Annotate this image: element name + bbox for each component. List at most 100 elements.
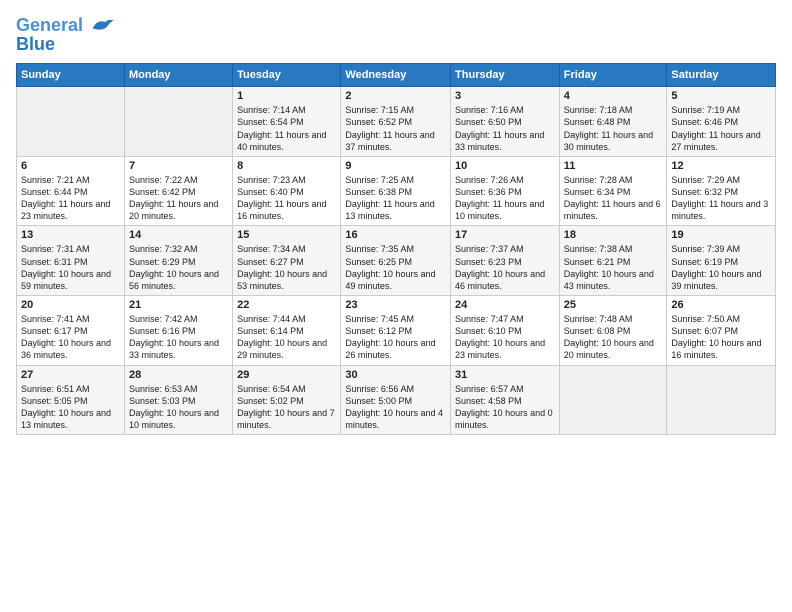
day-number: 24 (455, 299, 555, 311)
calendar-cell: 24 Sunrise: 7:47 AM Sunset: 6:10 PM Dayli… (451, 295, 560, 365)
day-info: Sunrise: 6:56 AM Sunset: 5:00 PM Dayligh… (345, 383, 446, 432)
calendar-cell: 12 Sunrise: 7:29 AM Sunset: 6:32 PM Dayli… (667, 156, 776, 226)
day-number: 17 (455, 229, 555, 241)
day-number: 18 (564, 229, 663, 241)
day-number: 5 (671, 90, 771, 102)
weekday-header-monday: Monday (124, 64, 232, 87)
day-number: 16 (345, 229, 446, 241)
calendar-row-3: 13Sunrise: 7:31 AM Sunset: 6:31 PM Dayli… (17, 226, 776, 296)
day-info: Sunrise: 7:41 AM Sunset: 6:17 PM Dayligh… (21, 313, 120, 362)
calendar-cell: 1 Sunrise: 7:14 AM Sunset: 6:54 PM Daylig… (233, 87, 341, 157)
calendar-cell: 29 Sunrise: 6:54 AM Sunset: 5:02 PM Dayli… (233, 365, 341, 435)
calendar-cell (559, 365, 667, 435)
calendar-cell: 19 Sunrise: 7:39 AM Sunset: 6:19 PM Dayli… (667, 226, 776, 296)
calendar-cell: 3 Sunrise: 7:16 AM Sunset: 6:50 PM Daylig… (451, 87, 560, 157)
day-info: Sunrise: 7:34 AM Sunset: 6:27 PM Dayligh… (237, 243, 336, 292)
day-info: Sunrise: 7:16 AM Sunset: 6:50 PM Dayligh… (455, 104, 555, 153)
weekday-header-thursday: Thursday (451, 64, 560, 87)
day-number: 26 (671, 299, 771, 311)
calendar-cell: 16Sunrise: 7:35 AM Sunset: 6:25 PM Dayli… (341, 226, 451, 296)
calendar-cell: 14 Sunrise: 7:32 AM Sunset: 6:29 PM Dayli… (124, 226, 232, 296)
day-info: Sunrise: 7:47 AM Sunset: 6:10 PM Dayligh… (455, 313, 555, 362)
calendar-cell: 4Sunrise: 7:18 AM Sunset: 6:48 PM Daylig… (559, 87, 667, 157)
calendar-cell: 30 Sunrise: 6:56 AM Sunset: 5:00 PM Dayli… (341, 365, 451, 435)
day-number: 9 (345, 160, 446, 172)
calendar-cell: 9Sunrise: 7:25 AM Sunset: 6:38 PM Daylig… (341, 156, 451, 226)
logo-text: General (16, 16, 115, 36)
logo-blue: Blue (16, 34, 115, 55)
day-number: 27 (21, 369, 120, 381)
day-number: 7 (129, 160, 228, 172)
day-info: Sunrise: 6:53 AM Sunset: 5:03 PM Dayligh… (129, 383, 228, 432)
day-number: 2 (345, 90, 446, 102)
calendar-cell: 17 Sunrise: 7:37 AM Sunset: 6:23 PM Dayli… (451, 226, 560, 296)
day-info: Sunrise: 7:37 AM Sunset: 6:23 PM Dayligh… (455, 243, 555, 292)
day-info: Sunrise: 7:32 AM Sunset: 6:29 PM Dayligh… (129, 243, 228, 292)
day-number: 31 (455, 369, 555, 381)
day-info: Sunrise: 6:54 AM Sunset: 5:02 PM Dayligh… (237, 383, 336, 432)
day-number: 3 (455, 90, 555, 102)
weekday-header-sunday: Sunday (17, 64, 125, 87)
day-number: 19 (671, 229, 771, 241)
weekday-header-tuesday: Tuesday (233, 64, 341, 87)
day-info: Sunrise: 6:51 AM Sunset: 5:05 PM Dayligh… (21, 383, 120, 432)
day-info: Sunrise: 7:29 AM Sunset: 6:32 PM Dayligh… (671, 174, 771, 223)
calendar-cell: 11Sunrise: 7:28 AM Sunset: 6:34 PM Dayli… (559, 156, 667, 226)
day-number: 23 (345, 299, 446, 311)
day-info: Sunrise: 7:48 AM Sunset: 6:08 PM Dayligh… (564, 313, 663, 362)
day-info: Sunrise: 7:26 AM Sunset: 6:36 PM Dayligh… (455, 174, 555, 223)
day-info: Sunrise: 7:39 AM Sunset: 6:19 PM Dayligh… (671, 243, 771, 292)
day-number: 14 (129, 229, 228, 241)
calendar-cell: 13Sunrise: 7:31 AM Sunset: 6:31 PM Dayli… (17, 226, 125, 296)
day-info: Sunrise: 7:50 AM Sunset: 6:07 PM Dayligh… (671, 313, 771, 362)
calendar-row-1: 1 Sunrise: 7:14 AM Sunset: 6:54 PM Daylig… (17, 87, 776, 157)
calendar-row-5: 27 Sunrise: 6:51 AM Sunset: 5:05 PM Dayli… (17, 365, 776, 435)
day-info: Sunrise: 7:23 AM Sunset: 6:40 PM Dayligh… (237, 174, 336, 223)
calendar-cell: 15Sunrise: 7:34 AM Sunset: 6:27 PM Dayli… (233, 226, 341, 296)
calendar-cell: 5Sunrise: 7:19 AM Sunset: 6:46 PM Daylig… (667, 87, 776, 157)
weekday-header-friday: Friday (559, 64, 667, 87)
header: General Blue (16, 16, 776, 55)
calendar-cell: 31 Sunrise: 6:57 AM Sunset: 4:58 PM Dayli… (451, 365, 560, 435)
day-number: 28 (129, 369, 228, 381)
day-number: 12 (671, 160, 771, 172)
calendar-cell (124, 87, 232, 157)
calendar-cell: 26 Sunrise: 7:50 AM Sunset: 6:07 PM Dayli… (667, 295, 776, 365)
day-number: 21 (129, 299, 228, 311)
day-info: Sunrise: 7:31 AM Sunset: 6:31 PM Dayligh… (21, 243, 120, 292)
day-number: 8 (237, 160, 336, 172)
day-number: 25 (564, 299, 663, 311)
calendar-cell: 21 Sunrise: 7:42 AM Sunset: 6:16 PM Dayli… (124, 295, 232, 365)
day-info: Sunrise: 6:57 AM Sunset: 4:58 PM Dayligh… (455, 383, 555, 432)
day-number: 22 (237, 299, 336, 311)
day-number: 10 (455, 160, 555, 172)
calendar-cell: 27 Sunrise: 6:51 AM Sunset: 5:05 PM Dayli… (17, 365, 125, 435)
calendar-cell: 20 Sunrise: 7:41 AM Sunset: 6:17 PM Dayli… (17, 295, 125, 365)
day-number: 30 (345, 369, 446, 381)
calendar-cell: 2 Sunrise: 7:15 AM Sunset: 6:52 PM Daylig… (341, 87, 451, 157)
day-info: Sunrise: 7:45 AM Sunset: 6:12 PM Dayligh… (345, 313, 446, 362)
day-number: 29 (237, 369, 336, 381)
calendar-row-4: 20 Sunrise: 7:41 AM Sunset: 6:17 PM Dayli… (17, 295, 776, 365)
calendar-row-2: 6 Sunrise: 7:21 AM Sunset: 6:44 PM Daylig… (17, 156, 776, 226)
calendar-cell: 8 Sunrise: 7:23 AM Sunset: 6:40 PM Daylig… (233, 156, 341, 226)
weekday-header-row: SundayMondayTuesdayWednesdayThursdayFrid… (17, 64, 776, 87)
day-info: Sunrise: 7:42 AM Sunset: 6:16 PM Dayligh… (129, 313, 228, 362)
day-info: Sunrise: 7:14 AM Sunset: 6:54 PM Dayligh… (237, 104, 336, 153)
day-info: Sunrise: 7:22 AM Sunset: 6:42 PM Dayligh… (129, 174, 228, 223)
weekday-header-saturday: Saturday (667, 64, 776, 87)
calendar-cell: 25 Sunrise: 7:48 AM Sunset: 6:08 PM Dayli… (559, 295, 667, 365)
calendar-cell: 10 Sunrise: 7:26 AM Sunset: 6:36 PM Dayli… (451, 156, 560, 226)
day-info: Sunrise: 7:21 AM Sunset: 6:44 PM Dayligh… (21, 174, 120, 223)
weekday-header-wednesday: Wednesday (341, 64, 451, 87)
day-number: 20 (21, 299, 120, 311)
day-number: 1 (237, 90, 336, 102)
day-info: Sunrise: 7:18 AM Sunset: 6:48 PM Dayligh… (564, 104, 663, 153)
page: General Blue SundayMondayTuesdayWednesda… (0, 0, 792, 612)
day-info: Sunrise: 7:15 AM Sunset: 6:52 PM Dayligh… (345, 104, 446, 153)
calendar-cell: 23 Sunrise: 7:45 AM Sunset: 6:12 PM Dayli… (341, 295, 451, 365)
calendar-cell: 28 Sunrise: 6:53 AM Sunset: 5:03 PM Dayli… (124, 365, 232, 435)
day-info: Sunrise: 7:28 AM Sunset: 6:34 PM Dayligh… (564, 174, 663, 223)
calendar-cell (667, 365, 776, 435)
day-number: 6 (21, 160, 120, 172)
